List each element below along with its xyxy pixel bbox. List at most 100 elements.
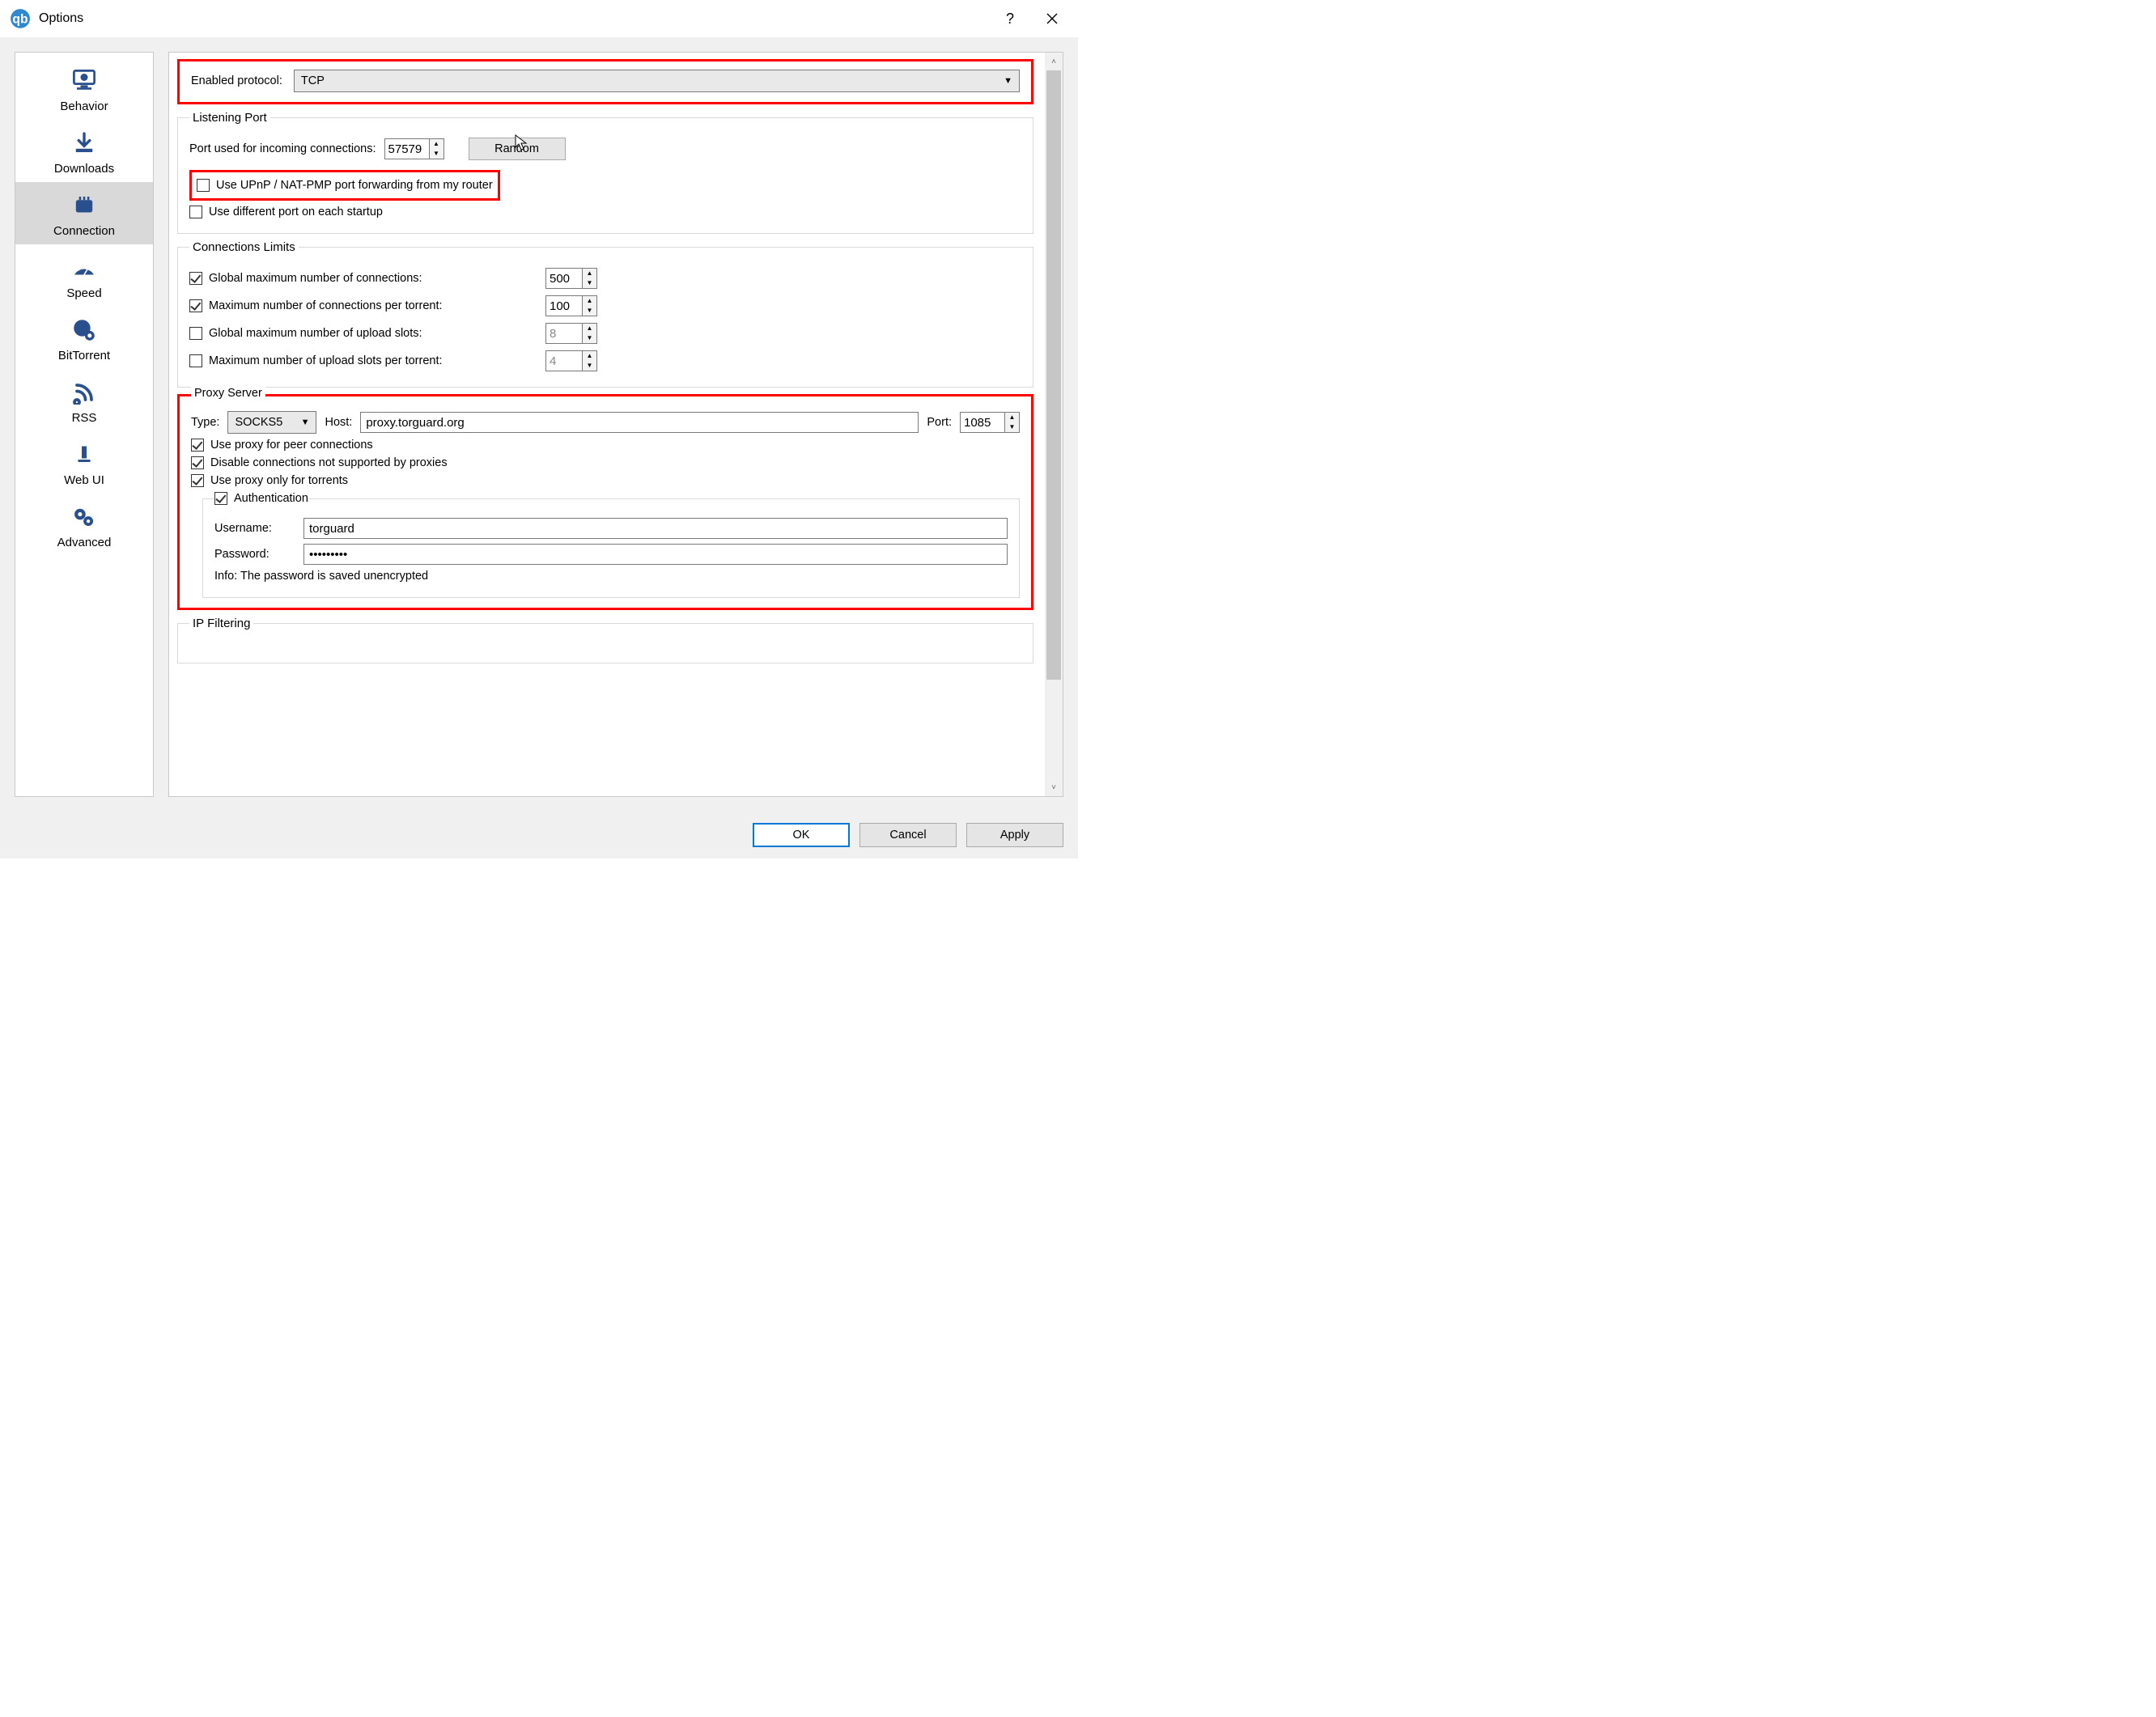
sidebar-item-advanced[interactable]: Advanced [15, 494, 153, 556]
scroll-down-icon[interactable]: ˅ [1045, 778, 1063, 796]
checkbox-box [189, 354, 202, 367]
protocol-select[interactable]: TCP ▼ [294, 70, 1020, 92]
sidebar-item-label: Advanced [57, 536, 112, 549]
username-label: Username: [214, 522, 295, 535]
checkbox-box [191, 474, 204, 487]
scroll-thumb[interactable] [1046, 70, 1061, 680]
window-title: Options [39, 11, 989, 26]
password-label: Password: [214, 548, 295, 561]
enabled-protocol-group: Enabled protocol: TCP ▼ [177, 59, 1033, 104]
diffport-checkbox[interactable]: Use different port on each startup [189, 206, 1021, 218]
checkbox-label: Maximum number of connections per torren… [209, 299, 443, 312]
close-button[interactable] [1031, 0, 1073, 37]
checkbox-label: Use proxy for peer connections [210, 439, 373, 452]
sidebar-item-label: Web UI [64, 473, 104, 487]
connections-limits-group: Connections Limits Global maximum number… [177, 240, 1033, 388]
type-label: Type: [191, 416, 219, 429]
proxy-peer-checkbox[interactable]: Use proxy for peer connections [191, 439, 1020, 452]
cancel-button[interactable]: Cancel [859, 823, 957, 847]
global-conn-input[interactable]: ▲▼ [545, 268, 597, 289]
app-icon: qb [10, 8, 31, 29]
server-icon [69, 439, 100, 470]
upnp-highlight: Use UPnP / NAT-PMP port forwarding from … [189, 170, 500, 201]
random-button[interactable]: Random [469, 138, 566, 160]
host-label: Host: [325, 416, 352, 429]
sidebar-item-rss[interactable]: RSS [15, 369, 153, 431]
legend: Connections Limits [189, 240, 299, 254]
proxy-port-input[interactable]: ▲▼ [960, 412, 1020, 433]
checkbox-box [191, 456, 204, 469]
legend: Listening Port [189, 111, 270, 125]
checkbox-box [214, 492, 227, 505]
dialog-footer: OK Cancel Apply [0, 812, 1078, 858]
checkbox-label: Use proxy only for torrents [210, 474, 348, 487]
spinner[interactable]: ▲▼ [1005, 412, 1020, 433]
scroll-track[interactable] [1045, 70, 1063, 778]
global-slots-checkbox[interactable]: Global maximum number of upload slots: [189, 327, 537, 340]
port-value[interactable] [384, 138, 430, 159]
upnp-checkbox[interactable]: Use UPnP / NAT-PMP port forwarding from … [197, 179, 493, 192]
gear-monitor-icon [69, 66, 100, 96]
chevron-down-icon: ▼ [1004, 76, 1012, 86]
main-panel: Enabled protocol: TCP ▼ Listening Port P… [168, 52, 1063, 797]
port-label: Port used for incoming connections: [189, 142, 376, 155]
legend: IP Filtering [189, 617, 253, 630]
spinner[interactable]: ▲▼ [430, 138, 444, 159]
proxy-torrents-only-checkbox[interactable]: Use proxy only for torrents [191, 474, 1020, 487]
spinner[interactable]: ▲▼ [583, 295, 597, 316]
download-icon [69, 128, 100, 159]
ok-button[interactable]: OK [753, 823, 850, 847]
auth-group: Authentication Username: Password: Info:… [202, 492, 1020, 598]
proxy-server-group: Proxy Server Type: SOCKS5▼ Host: Port: ▲… [177, 394, 1033, 610]
sidebar-item-downloads[interactable]: Downloads [15, 120, 153, 182]
checkbox-label: Disable connections not supported by pro… [210, 456, 448, 469]
title-bar: qb Options ? [0, 0, 1078, 37]
auth-checkbox[interactable]: Authentication [214, 492, 308, 505]
sidebar-item-behavior[interactable]: Behavior [15, 57, 153, 120]
sidebar-item-webui[interactable]: Web UI [15, 431, 153, 494]
checkbox-label: Global maximum number of upload slots: [209, 327, 422, 340]
checkbox-label: Maximum number of upload slots per torre… [209, 354, 443, 367]
scroll-up-icon[interactable]: ˄ [1045, 53, 1063, 70]
global-conn-checkbox[interactable]: Global maximum number of connections: [189, 272, 537, 285]
username-input[interactable] [303, 518, 1008, 539]
spinner[interactable]: ▲▼ [583, 268, 597, 289]
checkbox-label: Authentication [234, 492, 308, 505]
slots-per-torrent-input: ▲▼ [545, 350, 597, 371]
ip-filtering-group: IP Filtering [177, 617, 1033, 663]
help-button[interactable]: ? [989, 0, 1031, 37]
checkbox-box [191, 439, 204, 452]
sidebar-item-label: Speed [66, 286, 101, 300]
proxy-disable-checkbox[interactable]: Disable connections not supported by pro… [191, 456, 1020, 469]
slots-per-torrent-checkbox[interactable]: Maximum number of upload slots per torre… [189, 354, 537, 367]
rss-icon [69, 377, 100, 408]
port-input[interactable]: ▲▼ [384, 138, 444, 159]
password-info: Info: The password is saved unencrypted [214, 570, 428, 583]
sidebar-item-speed[interactable]: Speed [15, 244, 153, 307]
sidebar-item-label: Connection [53, 224, 115, 238]
checkbox-label: Use UPnP / NAT-PMP port forwarding from … [216, 179, 493, 192]
vertical-scrollbar[interactable]: ˄ ˅ [1045, 53, 1063, 796]
sidebar-item-bittorrent[interactable]: BitTorrent [15, 307, 153, 369]
password-input[interactable] [303, 544, 1008, 565]
per-torrent-input[interactable]: ▲▼ [545, 295, 597, 316]
apply-button[interactable]: Apply [966, 823, 1063, 847]
sidebar: Behavior Downloads Connection Speed BitT… [15, 52, 154, 797]
gauge-icon [69, 252, 100, 283]
sidebar-item-label: BitTorrent [58, 349, 110, 362]
svg-text:qb: qb [12, 12, 28, 26]
checkbox-label: Global maximum number of connections: [209, 272, 422, 285]
chevron-down-icon: ▼ [301, 418, 310, 427]
sidebar-item-label: Behavior [60, 100, 108, 113]
listening-port-group: Listening Port Port used for incoming co… [177, 111, 1033, 234]
proxy-host-input[interactable] [360, 412, 919, 433]
proxy-type-select[interactable]: SOCKS5▼ [227, 411, 316, 434]
sidebar-item-connection[interactable]: Connection [15, 182, 153, 244]
gears-icon [69, 502, 100, 532]
spinner: ▲▼ [583, 350, 597, 371]
port-label: Port: [927, 416, 952, 429]
checkbox-box [189, 272, 202, 285]
checkbox-box [197, 179, 210, 192]
globe-gear-icon [69, 315, 100, 346]
per-torrent-checkbox[interactable]: Maximum number of connections per torren… [189, 299, 537, 312]
